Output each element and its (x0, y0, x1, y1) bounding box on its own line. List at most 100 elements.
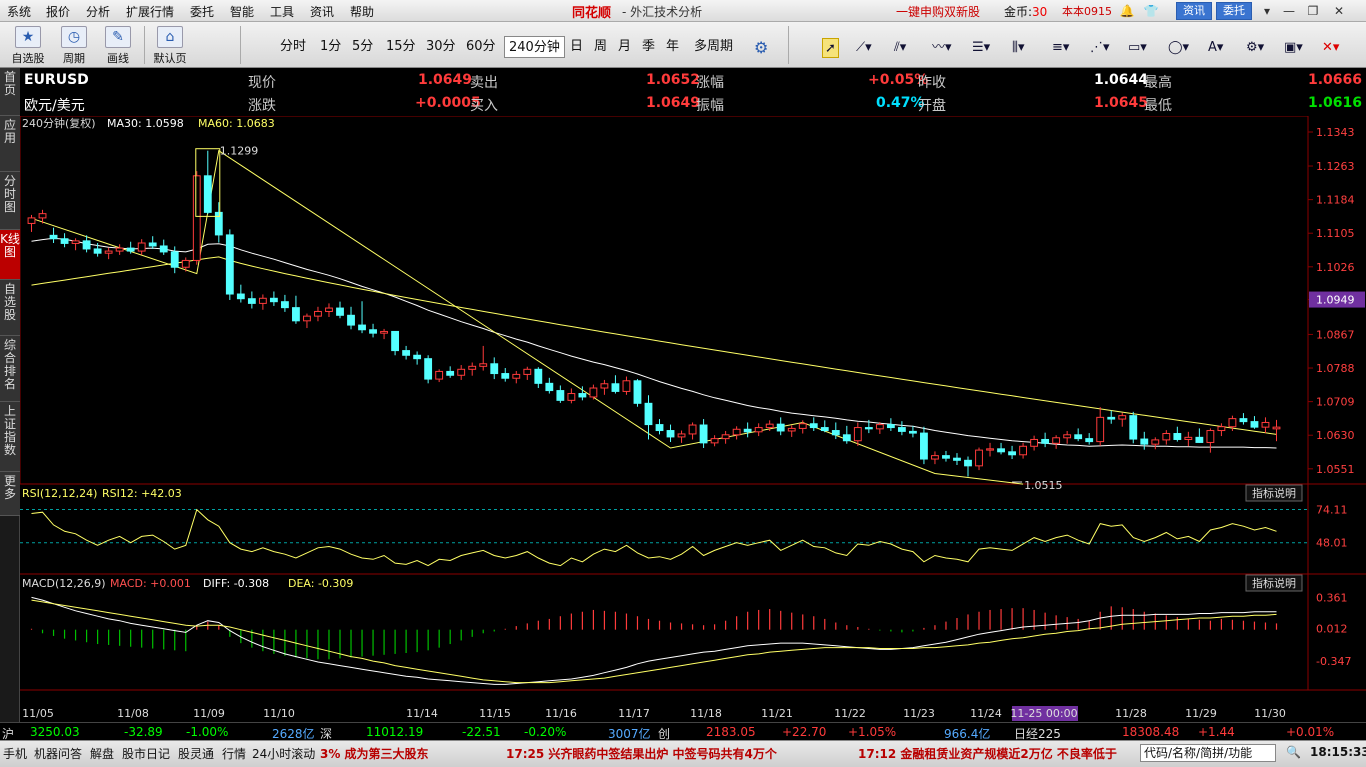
sh-index[interactable]: 3250.03 (30, 725, 80, 739)
candle-up (1272, 426, 1281, 430)
tab-stock-alert[interactable]: 股灵通 (178, 745, 214, 762)
tab-mobile[interactable]: 手机 (3, 745, 27, 762)
period-button[interactable]: ◷ 周期 (52, 24, 96, 66)
period-quarter[interactable]: 季 (638, 36, 659, 58)
tab-quotes[interactable]: 行情 (222, 745, 246, 762)
menu-news[interactable]: 资讯 (310, 3, 334, 20)
bell-icon[interactable]: 🔔 (1118, 3, 1136, 19)
cy-index[interactable]: 2183.05 (706, 725, 756, 739)
save-drawing-icon[interactable]: ▣▾ (1282, 38, 1305, 58)
news-ticker-2[interactable]: 17:25 兴齐眼药中签结果出炉 中签号码共有4万个 (506, 745, 777, 762)
nav-sh-index[interactable]: 上证指数 (0, 402, 20, 472)
draw-line-button[interactable]: ✎ 画线 (96, 24, 140, 66)
candle-up (1096, 416, 1105, 443)
candle-down (886, 424, 895, 429)
nav-ranking[interactable]: 综合排名 (0, 336, 20, 402)
settings-icon[interactable]: ⚙▾ (1244, 38, 1266, 58)
line-tool-icon[interactable]: ⟋▾ (854, 38, 874, 58)
menu-help[interactable]: 帮助 (350, 3, 374, 20)
tab-analysis[interactable]: 解盘 (90, 745, 114, 762)
period-5m[interactable]: 5分 (348, 36, 377, 58)
period-30m[interactable]: 30分 (422, 36, 460, 58)
news-button[interactable]: 资讯 (1176, 2, 1212, 20)
period-timeshare[interactable]: 分时 (276, 36, 310, 58)
value-prev-close: 1.0644 (1094, 72, 1149, 88)
fan-icon[interactable]: ⋰▾ (1088, 38, 1112, 58)
search-icon[interactable]: 🔍 (1286, 745, 1301, 759)
coins-display[interactable]: 金币:30 (1004, 3, 1047, 20)
kline-chart[interactable]: 1.1299 1.0515 74.11 48.01 0.361 0.012 -0.347… (20, 116, 1366, 722)
trade-button[interactable]: 委托 (1216, 2, 1252, 20)
time-tick-label: 11/24 (970, 707, 1002, 720)
menu-extended-quote[interactable]: 扩展行情 (126, 3, 174, 20)
sz-index[interactable]: 11012.19 (366, 725, 423, 739)
code-search-input[interactable]: 代码/名称/简拼/功能 (1140, 744, 1276, 762)
period-week[interactable]: 周 (590, 36, 611, 58)
menu-smart[interactable]: 智能 (230, 3, 254, 20)
macd-tick-label: -0.347 (1316, 655, 1351, 668)
period-60m[interactable]: 60分 (462, 36, 500, 58)
fibonacci-icon[interactable]: ☰▾ (970, 38, 992, 58)
period-month[interactable]: 月 (614, 36, 635, 58)
period-1m[interactable]: 1分 (316, 36, 345, 58)
macd-help-link[interactable]: 指标说明 (1252, 576, 1296, 590)
wave-line-icon[interactable]: 〰▾ (930, 38, 954, 58)
nav-home[interactable]: 首页 (0, 68, 20, 116)
minimize-icon[interactable]: — (1280, 3, 1298, 19)
value-low: 1.0616 (1308, 95, 1363, 111)
candle-down (556, 390, 565, 401)
candle-up (986, 448, 994, 451)
rsi-help-link[interactable]: 指标说明 (1252, 486, 1296, 500)
news-ticker-3[interactable]: 17:12 金融租赁业资产规模近2万亿 不良率低于 (858, 745, 1117, 762)
parallel-line-icon[interactable]: ⫽▾ (892, 38, 908, 58)
period-240m[interactable]: 240分钟 (504, 36, 565, 58)
candle-down (545, 382, 554, 392)
label-high: 最高 (1144, 75, 1172, 91)
nav-apps[interactable]: 应用 (0, 116, 20, 172)
menu-analysis[interactable]: 分析 (86, 3, 110, 20)
close-icon[interactable]: ✕ (1330, 3, 1348, 19)
menu-quote[interactable]: 报价 (46, 3, 70, 20)
candle-down (247, 298, 256, 304)
text-tool-icon[interactable]: A▾ (1206, 38, 1225, 58)
gann-lines-icon[interactable]: ⫼▾ (1010, 38, 1027, 58)
price-tick-label: 1.0709 (1316, 396, 1355, 409)
sh-pct: -1.00% (186, 725, 229, 739)
news-ticker-1[interactable]: 3% 成为第三大股东 (320, 745, 429, 762)
candle-up (875, 424, 884, 430)
default-page-button[interactable]: ⌂ 默认页 (148, 24, 192, 66)
nav-kline[interactable]: K线图 (0, 230, 20, 280)
ellipse-icon[interactable]: ◯▾ (1166, 38, 1191, 58)
candle-up (787, 427, 796, 432)
chevron-down-icon[interactable]: ▾ (1258, 3, 1276, 19)
tab-robot-qa[interactable]: 机器问答 (34, 745, 82, 762)
cursor-icon[interactable]: ➚ (822, 38, 839, 58)
period-15m[interactable]: 15分 (382, 36, 420, 58)
tab-diary[interactable]: 股市日记 (122, 745, 170, 762)
tab-24h-news[interactable]: 24小时滚动 (252, 745, 315, 762)
nikkei-index[interactable]: 18308.48 (1122, 725, 1179, 739)
candle-up (1228, 418, 1237, 428)
nav-more[interactable]: 更多 (0, 472, 20, 516)
ma30-line (31, 237, 1277, 449)
macd-title: MACD(12,26,9) (22, 577, 106, 590)
shirt-icon[interactable]: 👕 (1142, 3, 1160, 19)
candle-down (666, 430, 675, 438)
watchlist-button[interactable]: ★ 自选股 (6, 24, 50, 66)
time-tick-label: 11/30 (1254, 707, 1286, 720)
period-day[interactable]: 日 (566, 36, 587, 58)
maximize-icon[interactable]: ❐ (1304, 3, 1322, 19)
gear-icon[interactable]: ⚙ (752, 38, 770, 58)
menu-trade[interactable]: 委托 (190, 3, 214, 20)
candle-down (126, 247, 135, 252)
period-year[interactable]: 年 (662, 36, 683, 58)
rectangle-icon[interactable]: ▭▾ (1126, 38, 1149, 58)
period-multi[interactable]: 多周期 (690, 36, 737, 58)
menu-system[interactable]: 系统 (7, 3, 31, 20)
delete-icon[interactable]: ✕▾ (1320, 38, 1341, 58)
promo-link[interactable]: 一键申购双新股 (896, 3, 980, 20)
menu-tools[interactable]: 工具 (270, 3, 294, 20)
nav-watchlist[interactable]: 自选股 (0, 280, 20, 336)
channel-icon[interactable]: ≡▾ (1050, 38, 1071, 58)
nav-timeshare[interactable]: 分时图 (0, 172, 20, 230)
